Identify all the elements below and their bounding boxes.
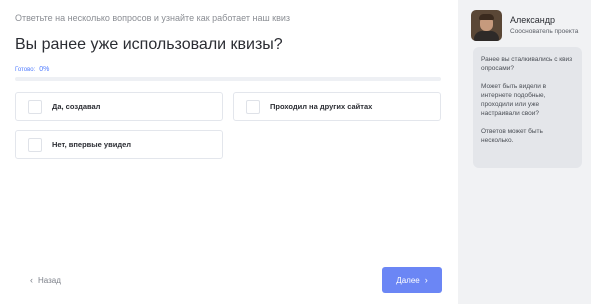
assistant-role: Сооснователь проекта xyxy=(510,28,579,35)
avatar-hair xyxy=(479,14,494,20)
option-checkbox[interactable] xyxy=(28,137,42,152)
assistant-name: Александр xyxy=(510,15,556,25)
avatar-body xyxy=(474,31,499,41)
progress-bar xyxy=(15,77,441,81)
quiz-main-panel: Ответьте на несколько вопросов и узнайте… xyxy=(0,0,458,304)
back-label: Назад xyxy=(38,275,61,285)
next-label: Далее xyxy=(396,275,420,285)
option-label: Да, создавал xyxy=(52,102,101,111)
message-paragraph: Ранее вы сталкивались с квиз опросами? xyxy=(481,56,573,72)
option-label: Проходил на других сайтах xyxy=(270,102,373,111)
question-title: Вы ранее уже использовали квизы? xyxy=(15,36,283,53)
progress-label: Готово: 0% xyxy=(15,66,49,73)
option-checkbox[interactable] xyxy=(246,99,260,114)
assistant-sidebar: Александр Сооснователь проекта Ранее вы … xyxy=(458,0,591,304)
progress-caption: Готово: xyxy=(15,67,36,73)
option-checkbox[interactable] xyxy=(28,99,42,114)
assistant-message-bubble: Ранее вы сталкивались с квиз опросами? М… xyxy=(473,47,582,168)
chevron-left-icon: ‹ xyxy=(30,275,33,285)
chevron-right-icon: › xyxy=(424,275,428,285)
message-paragraph: Может быть видели в интернете подобные, … xyxy=(481,83,547,117)
next-button[interactable]: Далее › xyxy=(382,267,442,293)
quiz-subtitle: Ответьте на несколько вопросов и узнайте… xyxy=(15,13,291,23)
avatar xyxy=(471,10,502,41)
option-label: Нет, впервые увидел xyxy=(52,140,132,149)
message-paragraph: Ответов может быть несколько. xyxy=(481,128,543,144)
option-created[interactable]: Да, создавал xyxy=(15,92,223,121)
progress-percent: 0% xyxy=(39,66,50,73)
back-button[interactable]: ‹ Назад xyxy=(30,275,61,285)
option-other-sites[interactable]: Проходил на других сайтах xyxy=(233,92,441,121)
option-first-time[interactable]: Нет, впервые увидел xyxy=(15,130,223,159)
